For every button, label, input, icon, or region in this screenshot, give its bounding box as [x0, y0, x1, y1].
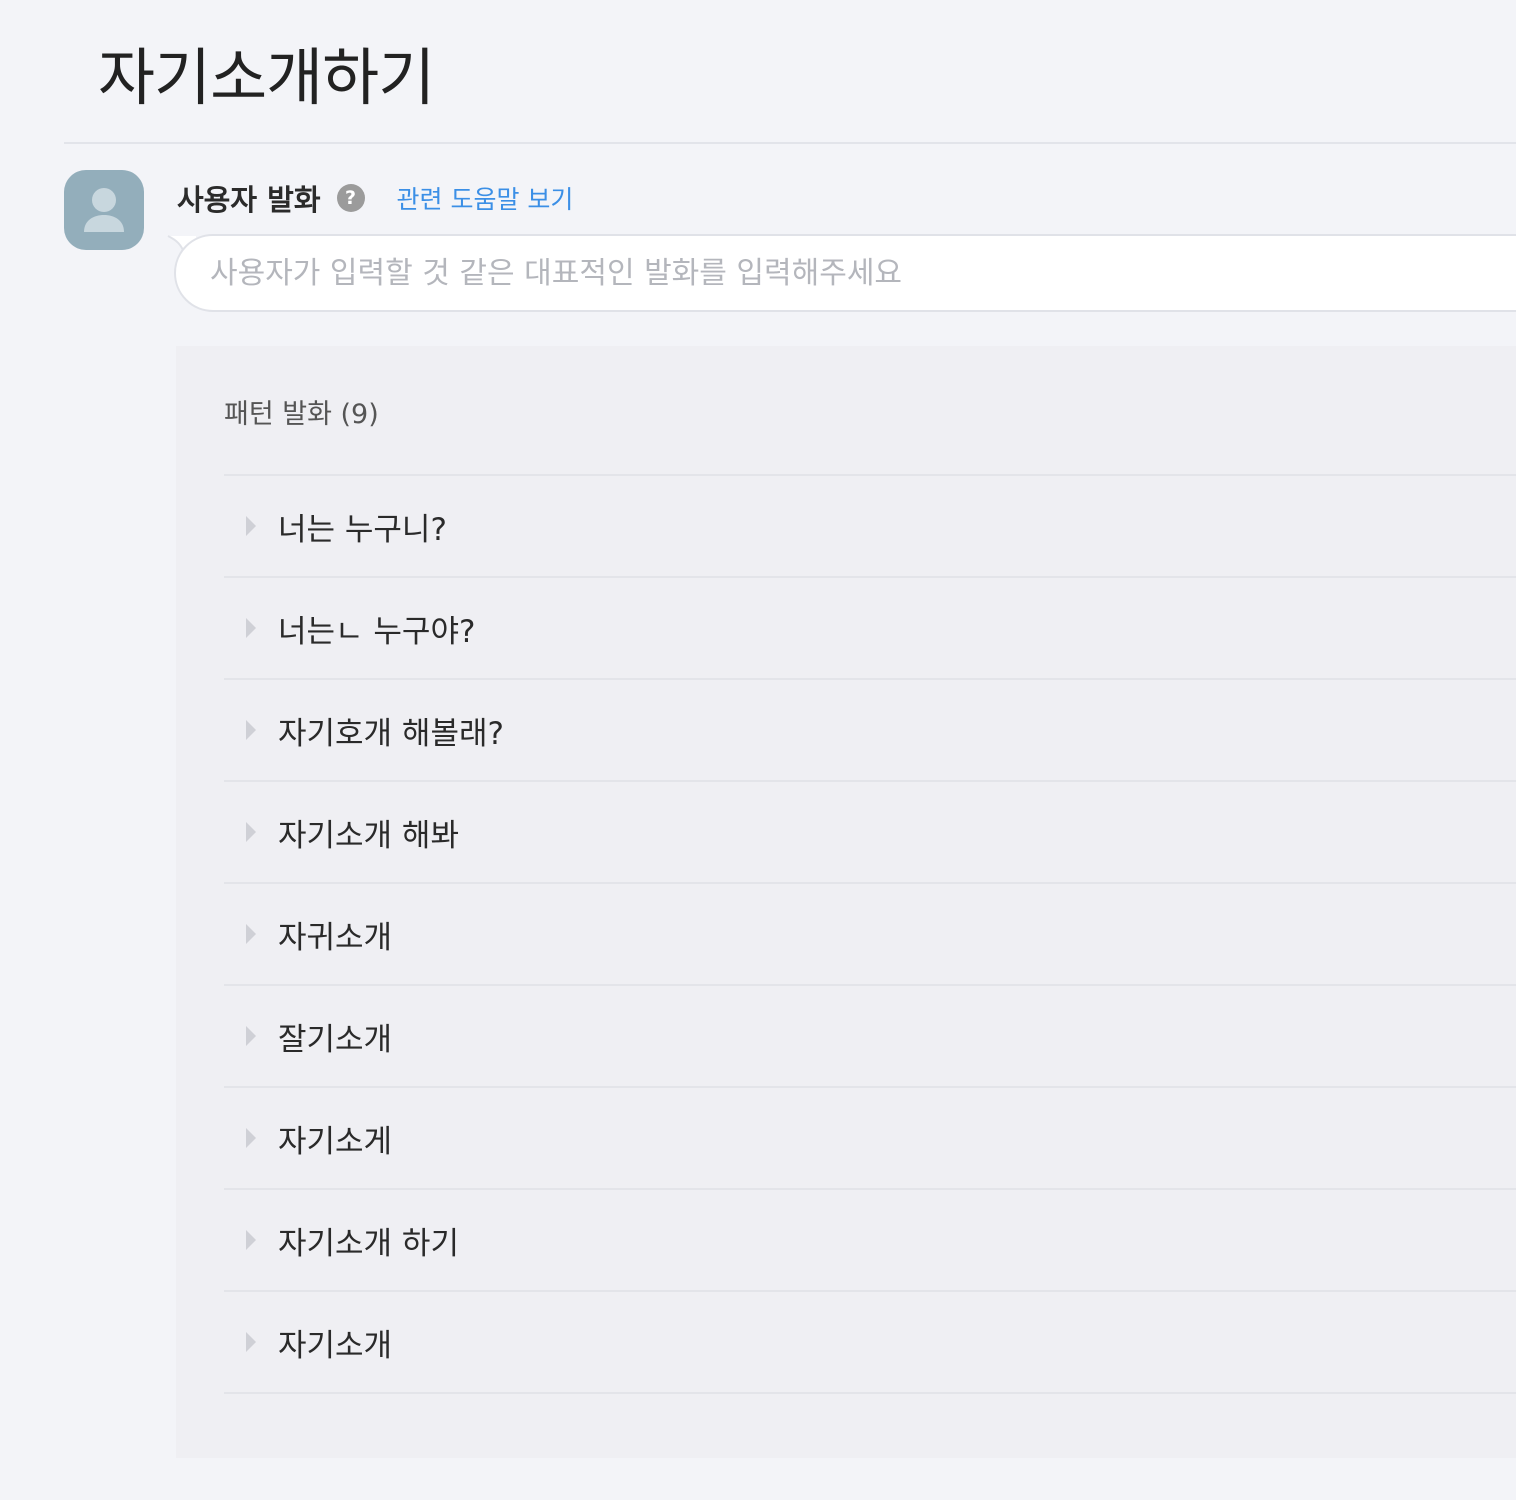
caret-right-icon[interactable] — [246, 924, 256, 944]
pattern-utterance-header: 패턴 발화 (9) — [224, 399, 379, 430]
pattern-item[interactable]: 자기호개 해볼래? — [224, 680, 1516, 782]
utterance-input-bubble — [174, 234, 1516, 312]
caret-right-icon[interactable] — [246, 1026, 256, 1046]
caret-right-icon[interactable] — [246, 1128, 256, 1148]
user-avatar — [64, 170, 144, 250]
caret-right-icon[interactable] — [246, 822, 256, 842]
pattern-item-text: 자기호개 해볼래? — [278, 715, 504, 752]
pattern-item[interactable]: 자기소게 — [224, 1088, 1516, 1190]
pattern-item-text: 잘기소개 — [278, 1021, 393, 1058]
pattern-item-text: 자귀소개 — [278, 919, 393, 956]
user-utterance-label: 사용자 발화 — [177, 183, 321, 217]
caret-right-icon[interactable] — [246, 1332, 256, 1352]
caret-right-icon[interactable] — [246, 618, 256, 638]
pattern-item[interactable]: 자기소개 하기 — [224, 1190, 1516, 1292]
help-link[interactable]: 관련 도움말 보기 — [397, 180, 574, 216]
pattern-item-text: 자기소게 — [278, 1123, 393, 1160]
pattern-item-text: 너는 누구니? — [278, 511, 447, 548]
utterance-input[interactable] — [210, 236, 1510, 310]
pattern-item[interactable]: 자기소개 해봐 — [224, 782, 1516, 884]
caret-right-icon[interactable] — [246, 720, 256, 740]
pattern-item[interactable]: 자귀소개 — [224, 884, 1516, 986]
question-circle-icon[interactable]: ? — [336, 184, 365, 212]
pattern-item-text: 자기소개 해봐 — [278, 817, 459, 854]
pattern-item[interactable]: 자기소개 — [224, 1292, 1516, 1394]
user-silhouette-icon — [84, 188, 124, 232]
page-title: 자기소개하기 — [98, 41, 435, 114]
user-utterance-header: 사용자 발화 ? 관련 도움말 보기 — [177, 176, 573, 220]
pattern-item[interactable]: 너는ㄴ 누구야? — [224, 578, 1516, 680]
caret-right-icon[interactable] — [246, 1230, 256, 1250]
pattern-item-text: 너는ㄴ 누구야? — [278, 613, 476, 650]
pattern-utterance-panel: 패턴 발화 (9) 너는 누구니? 너는ㄴ 누구야? 자기호개 해볼래? 자기소… — [176, 346, 1516, 1458]
pattern-item-text: 자기소개 하기 — [278, 1225, 459, 1262]
pattern-item[interactable]: 잘기소개 — [224, 986, 1516, 1088]
pattern-item[interactable]: 너는 누구니? — [224, 476, 1516, 578]
pattern-utterance-list: 너는 누구니? 너는ㄴ 누구야? 자기호개 해볼래? 자기소개 해봐 자귀소개 … — [224, 474, 1516, 1394]
title-divider — [64, 142, 1516, 144]
pattern-item-text: 자기소개 — [278, 1327, 393, 1364]
caret-right-icon[interactable] — [246, 516, 256, 536]
